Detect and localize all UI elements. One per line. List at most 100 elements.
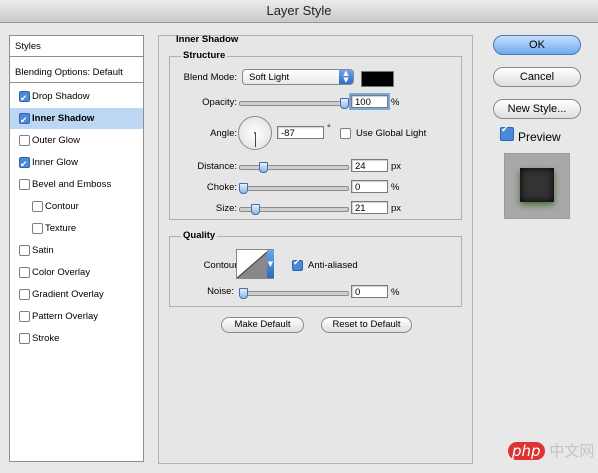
sidebar-checkbox[interactable] (19, 89, 30, 110)
sidebar-blending-options[interactable]: Blending Options: Default (10, 62, 143, 83)
sidebar-checkbox[interactable] (19, 289, 30, 300)
size-label: Size: (215, 203, 237, 214)
contour-dropdown-icon[interactable]: ▼ (267, 250, 274, 278)
sidebar-checkbox[interactable] (19, 179, 30, 190)
style-preview-thumbnail (504, 153, 570, 219)
sidebar-item-drop-shadow[interactable]: Drop Shadow (10, 86, 143, 110)
contour-picker[interactable]: ▼ (236, 249, 274, 279)
sidebar-checkbox[interactable] (19, 155, 30, 176)
size-field[interactable]: 21 (351, 201, 388, 214)
sidebar-item-label: Texture (45, 223, 77, 234)
inner-shadow-panel: Inner Shadow Structure Blend Mode: Soft … (158, 34, 473, 464)
preview-checkbox[interactable] (500, 125, 514, 141)
angle-dial-hand (255, 133, 256, 147)
shadow-color-swatch[interactable] (361, 71, 394, 87)
sidebar-item-bevel-and-emboss[interactable]: Bevel and Emboss (10, 174, 143, 195)
new-style-button[interactable]: New Style... (493, 99, 581, 119)
anti-aliased-checkbox[interactable] (292, 258, 303, 271)
reset-to-default-button[interactable]: Reset to Default (321, 317, 412, 333)
sidebar-item-label: Satin (32, 245, 54, 256)
sidebar-styles-header[interactable]: Styles (10, 36, 143, 57)
sidebar-item-contour[interactable]: Contour (10, 196, 143, 217)
sidebar-checkbox[interactable] (19, 245, 30, 256)
size-unit: px (391, 203, 402, 214)
choke-slider[interactable] (239, 183, 349, 194)
sidebar-checkbox[interactable] (32, 201, 43, 212)
size-slider-thumb[interactable] (251, 204, 261, 215)
distance-label: Distance: (197, 161, 237, 172)
window-title: Layer Style (266, 3, 332, 18)
sidebar-item-inner-glow[interactable]: Inner Glow (10, 152, 143, 176)
use-global-light-checkbox[interactable] (340, 128, 351, 139)
sidebar-checkbox[interactable] (19, 111, 30, 132)
anti-aliased-label: Anti-aliased (308, 260, 358, 271)
select-arrows-icon: ▲ ▼ (339, 70, 353, 84)
angle-unit: ° (327, 123, 331, 134)
sidebar-item-label: Contour (45, 201, 79, 212)
use-global-light-label: Use Global Light (356, 128, 427, 139)
sidebar-checkbox[interactable] (19, 333, 30, 344)
sidebar-item-label: Inner Shadow (32, 113, 95, 124)
sidebar-item-label: Color Overlay (32, 267, 91, 278)
sidebar-blending-label: Blending Options: Default (15, 67, 123, 78)
noise-unit: % (391, 287, 400, 298)
angle-dial[interactable] (238, 116, 272, 150)
sidebar-item-color-overlay[interactable]: Color Overlay (10, 262, 143, 283)
sidebar-item-label: Outer Glow (32, 135, 81, 146)
sidebar-styles-label: Styles (15, 41, 41, 52)
sidebar-item-outer-glow[interactable]: Outer Glow (10, 130, 143, 151)
noise-field[interactable]: 0 (351, 285, 388, 298)
structure-group: Structure Blend Mode: Soft Light ▲ ▼ Opac… (169, 50, 462, 220)
noise-slider-thumb[interactable] (239, 288, 248, 299)
sidebar-item-label: Stroke (32, 333, 60, 344)
choke-slider-thumb[interactable] (239, 183, 248, 194)
sidebar-item-texture[interactable]: Texture (10, 218, 143, 239)
sidebar-checkbox[interactable] (19, 267, 30, 278)
blend-mode-label: Blend Mode: (183, 72, 237, 83)
sidebar-checkbox[interactable] (32, 223, 43, 234)
angle-dial-center (254, 132, 256, 134)
sidebar-item-label: Gradient Overlay (32, 289, 104, 300)
styles-sidebar: Styles Blending Options: Default Drop Sh… (9, 35, 144, 462)
sidebar-item-pattern-overlay[interactable]: Pattern Overlay (10, 306, 143, 327)
preview-label: Preview (518, 130, 561, 144)
panel-title: Inner Shadow (176, 34, 239, 45)
blend-mode-select[interactable]: Soft Light ▲ ▼ (242, 69, 354, 85)
watermark-php-logo: php (508, 442, 545, 460)
opacity-field[interactable]: 100 (349, 93, 390, 110)
watermark-text: 中文网 (549, 442, 595, 460)
distance-slider[interactable] (239, 162, 349, 173)
distance-field[interactable]: 24 (351, 159, 388, 172)
distance-slider-thumb[interactable] (259, 162, 269, 173)
sidebar-item-gradient-overlay[interactable]: Gradient Overlay (10, 284, 143, 305)
distance-unit: px (391, 161, 402, 172)
structure-title: Structure (181, 50, 228, 61)
contour-label: Contour: (203, 260, 240, 271)
sidebar-item-label: Inner Glow (32, 157, 78, 168)
blend-mode-value: Soft Light (249, 72, 290, 83)
angle-field[interactable]: -87 (277, 126, 324, 139)
opacity-slider-thumb[interactable] (340, 98, 349, 109)
noise-slider[interactable] (239, 288, 349, 299)
sidebar-item-inner-shadow[interactable]: Inner Shadow (10, 108, 143, 132)
cancel-button[interactable]: Cancel (493, 67, 581, 87)
choke-field[interactable]: 0 (351, 180, 388, 193)
sidebar-item-stroke[interactable]: Stroke (10, 328, 143, 349)
make-default-button[interactable]: Make Default (221, 317, 304, 333)
sidebar-item-label: Pattern Overlay (32, 311, 98, 322)
sidebar-item-satin[interactable]: Satin (10, 240, 143, 261)
sidebar-checkbox[interactable] (19, 311, 30, 322)
sidebar-checkbox[interactable] (19, 135, 30, 146)
choke-unit: % (391, 182, 400, 193)
opacity-unit: % (391, 97, 400, 108)
quality-title: Quality (181, 230, 218, 241)
preview-square (520, 168, 554, 202)
opacity-slider[interactable] (239, 98, 349, 109)
angle-label: Angle: (210, 128, 237, 139)
quality-group: Quality Contour: ▼ Anti-aliased Noise: 0… (169, 230, 462, 307)
size-slider[interactable] (239, 204, 349, 215)
ok-button[interactable]: OK (493, 35, 581, 55)
window-titlebar: Layer Style (0, 0, 598, 23)
watermark: php 中文网 (508, 440, 594, 461)
sidebar-item-label: Drop Shadow (32, 91, 90, 102)
